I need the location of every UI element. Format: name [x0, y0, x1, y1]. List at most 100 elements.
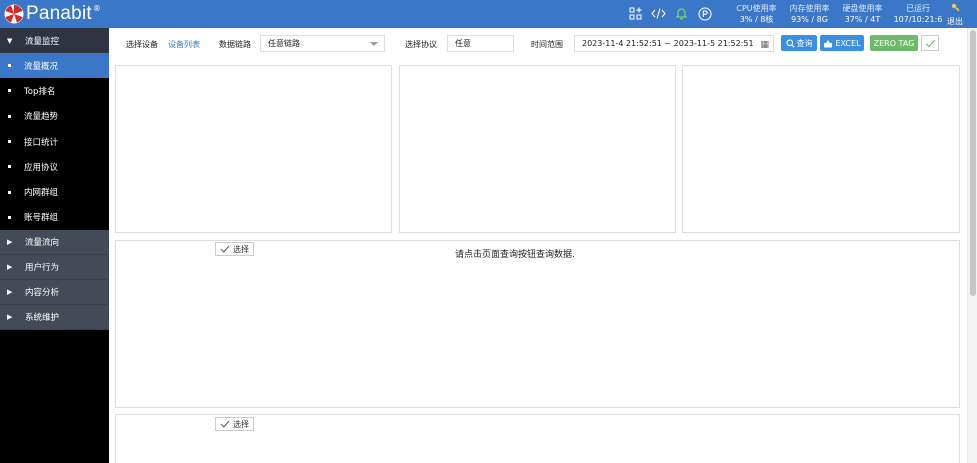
search-icon [785, 38, 795, 48]
query-button-label: 查询 [796, 38, 813, 48]
sidebar-item-label: 账号群组 [24, 213, 59, 224]
protocol-select[interactable]: 任意 [447, 35, 514, 52]
top-bar: Panabit ® CPU使用率 3% / 8核 内存使用率 93% / 8G … [0, 0, 977, 28]
main-content: 选择设备 设备列表 数据链路 任意链路 选择协议 任意 时间范围 2023-11… [109, 28, 967, 463]
device-select-label: 选择设备 [126, 40, 158, 49]
select-button[interactable]: 选择 [215, 417, 254, 431]
p-circle-icon[interactable] [696, 5, 713, 22]
zero-tag-check-toggle[interactable] [921, 35, 939, 51]
filter-bar: 选择设备 设备列表 数据链路 任意链路 选择协议 任意 时间范围 2023-11… [109, 28, 967, 58]
top-icon-bar [627, 5, 713, 22]
time-range-value: 2023-11-4 21:52:51 ~ 2023-11-5 21:52:51 [582, 39, 754, 48]
sidebar-group-traffic-monitor[interactable]: ▼ 流量监控 [0, 28, 109, 53]
sidebar-item-label: 内网群组 [24, 188, 59, 199]
sidebar-group-user-behavior[interactable]: ▶ 用户行为 [0, 255, 109, 281]
caret-right-icon: ▶ [7, 263, 13, 272]
sidebar-item-traffic-overview[interactable]: 流量概况 [0, 53, 109, 79]
panabit-logo-icon [4, 4, 24, 24]
cpu-stat: CPU使用率 3% / 8核 [730, 3, 783, 25]
caret-right-icon: ▶ [7, 238, 13, 247]
caret-down-icon: ▼ [7, 36, 13, 45]
select-button-label: 选择 [233, 244, 249, 254]
export-icon [824, 39, 833, 47]
time-range-label: 时间范围 [531, 40, 563, 49]
sidebar-group-label: 流量监控 [25, 36, 60, 47]
uptime-stat: 已运行 107/10:21:6 [889, 3, 947, 25]
bullet-icon [8, 64, 11, 68]
sidebar-group-system-maintenance[interactable]: ▶ 系统维护 [0, 305, 109, 331]
zero-tag-button[interactable]: ZERO TAG [870, 35, 918, 51]
cpu-stat-value: 3% / 8核 [739, 15, 774, 24]
dropdown-arrow-icon [370, 42, 378, 46]
protocol-select-label: 选择协议 [405, 40, 437, 49]
dashboard-plus-icon[interactable] [627, 5, 644, 22]
brand-name: Panabit [26, 3, 92, 24]
excel-button[interactable]: EXCEL [820, 35, 864, 51]
chart-panel-2 [399, 65, 676, 233]
cpu-stat-label: CPU使用率 [736, 4, 777, 13]
data-panel-2: 选择 [115, 414, 960, 463]
select-button-label: 选择 [233, 419, 249, 429]
scrollbar-thumb[interactable] [970, 30, 976, 296]
calendar-icon[interactable]: ▦ [760, 38, 769, 53]
bullet-icon [8, 165, 11, 169]
bullet-icon [8, 190, 11, 194]
key-icon [951, 3, 959, 12]
sidebar-item-label: 应用协议 [24, 162, 59, 173]
bullet-icon [8, 215, 11, 219]
memory-stat-value: 93% / 8G [791, 15, 828, 24]
sidebar-item-interface-stats[interactable]: 接口统计 [0, 128, 109, 155]
sidebar-group-label: 系统维护 [25, 313, 60, 324]
data-panel: 选择 请点击页面查询按钮查询数据. [115, 240, 960, 408]
checkmark-icon [925, 39, 935, 47]
sidebar-item-label: 流量趋势 [24, 112, 59, 123]
query-button[interactable]: 查询 [781, 35, 817, 51]
excel-button-label: EXCEL [835, 38, 861, 48]
select-button[interactable]: 选择 [215, 242, 254, 256]
logout-button[interactable]: 退出 [944, 3, 966, 27]
checkmark-icon [220, 245, 230, 253]
caret-right-icon: ▶ [7, 313, 13, 322]
checkmark-icon [220, 420, 230, 428]
protocol-value: 任意 [455, 39, 471, 48]
time-range-input[interactable]: 2023-11-4 21:52:51 ~ 2023-11-5 21:52:51 … [574, 35, 774, 52]
disk-stat: 硬盘使用率 37% / 4T [836, 3, 889, 25]
sidebar-item-intranet-group[interactable]: 内网群组 [0, 179, 109, 205]
sidebar-group-label: 内容分析 [25, 288, 60, 299]
data-link-value: 任意链路 [268, 39, 300, 48]
bullet-icon [8, 114, 11, 118]
page-scrollbar[interactable] [967, 28, 977, 463]
sidebar-group-label: 流量流向 [25, 238, 60, 249]
memory-stat: 内存使用率 93% / 8G [783, 3, 836, 25]
disk-stat-label: 硬盘使用率 [842, 4, 883, 13]
zero-tag-button-label: ZERO TAG [873, 38, 915, 48]
sidebar: ▼ 流量监控 流量概况 Top排名 流量趋势 接口统计 应用协议 内网群组 账号… [0, 28, 109, 463]
sidebar-group-content-analysis[interactable]: ▶ 内容分析 [0, 280, 109, 306]
bullet-icon [8, 89, 11, 93]
sidebar-group-label: 用户行为 [25, 263, 60, 274]
sidebar-item-label: 流量概况 [24, 61, 59, 72]
logout-label: 退出 [947, 17, 963, 26]
memory-stat-label: 内存使用率 [789, 4, 830, 13]
sidebar-item-traffic-trend[interactable]: 流量趋势 [0, 103, 109, 129]
disk-stat-value: 37% / 4T [844, 15, 881, 24]
code-icon[interactable] [650, 5, 667, 22]
data-link-select[interactable]: 任意链路 [260, 35, 385, 52]
sidebar-item-label: Top排名 [24, 86, 56, 97]
sidebar-item-top-ranking[interactable]: Top排名 [0, 78, 109, 104]
sidebar-item-label: 接口统计 [24, 137, 59, 148]
logo[interactable]: Panabit ® [4, 2, 101, 26]
uptime-stat-value: 107/10:21:6 [893, 15, 943, 24]
data-link-label: 数据链路 [219, 40, 251, 49]
empty-data-hint: 请点击页面查询按钮查询数据. [455, 250, 575, 260]
caret-right-icon: ▶ [7, 288, 13, 297]
sidebar-item-account-group[interactable]: 账号群组 [0, 204, 109, 231]
bell-icon[interactable] [673, 5, 690, 22]
sidebar-collapsed-groups: ▶ 流量流向 ▶ 用户行为 ▶ 内容分析 ▶ 系统维护 [0, 230, 109, 331]
sidebar-group-traffic-flow[interactable]: ▶ 流量流向 [0, 230, 109, 256]
system-stats: CPU使用率 3% / 8核 内存使用率 93% / 8G 硬盘使用率 37% … [730, 3, 947, 25]
sidebar-item-app-protocol[interactable]: 应用协议 [0, 154, 109, 180]
uptime-stat-label: 已运行 [906, 4, 930, 13]
device-list-link[interactable]: 设备列表 [168, 39, 200, 50]
chart-panel-1 [115, 65, 392, 233]
